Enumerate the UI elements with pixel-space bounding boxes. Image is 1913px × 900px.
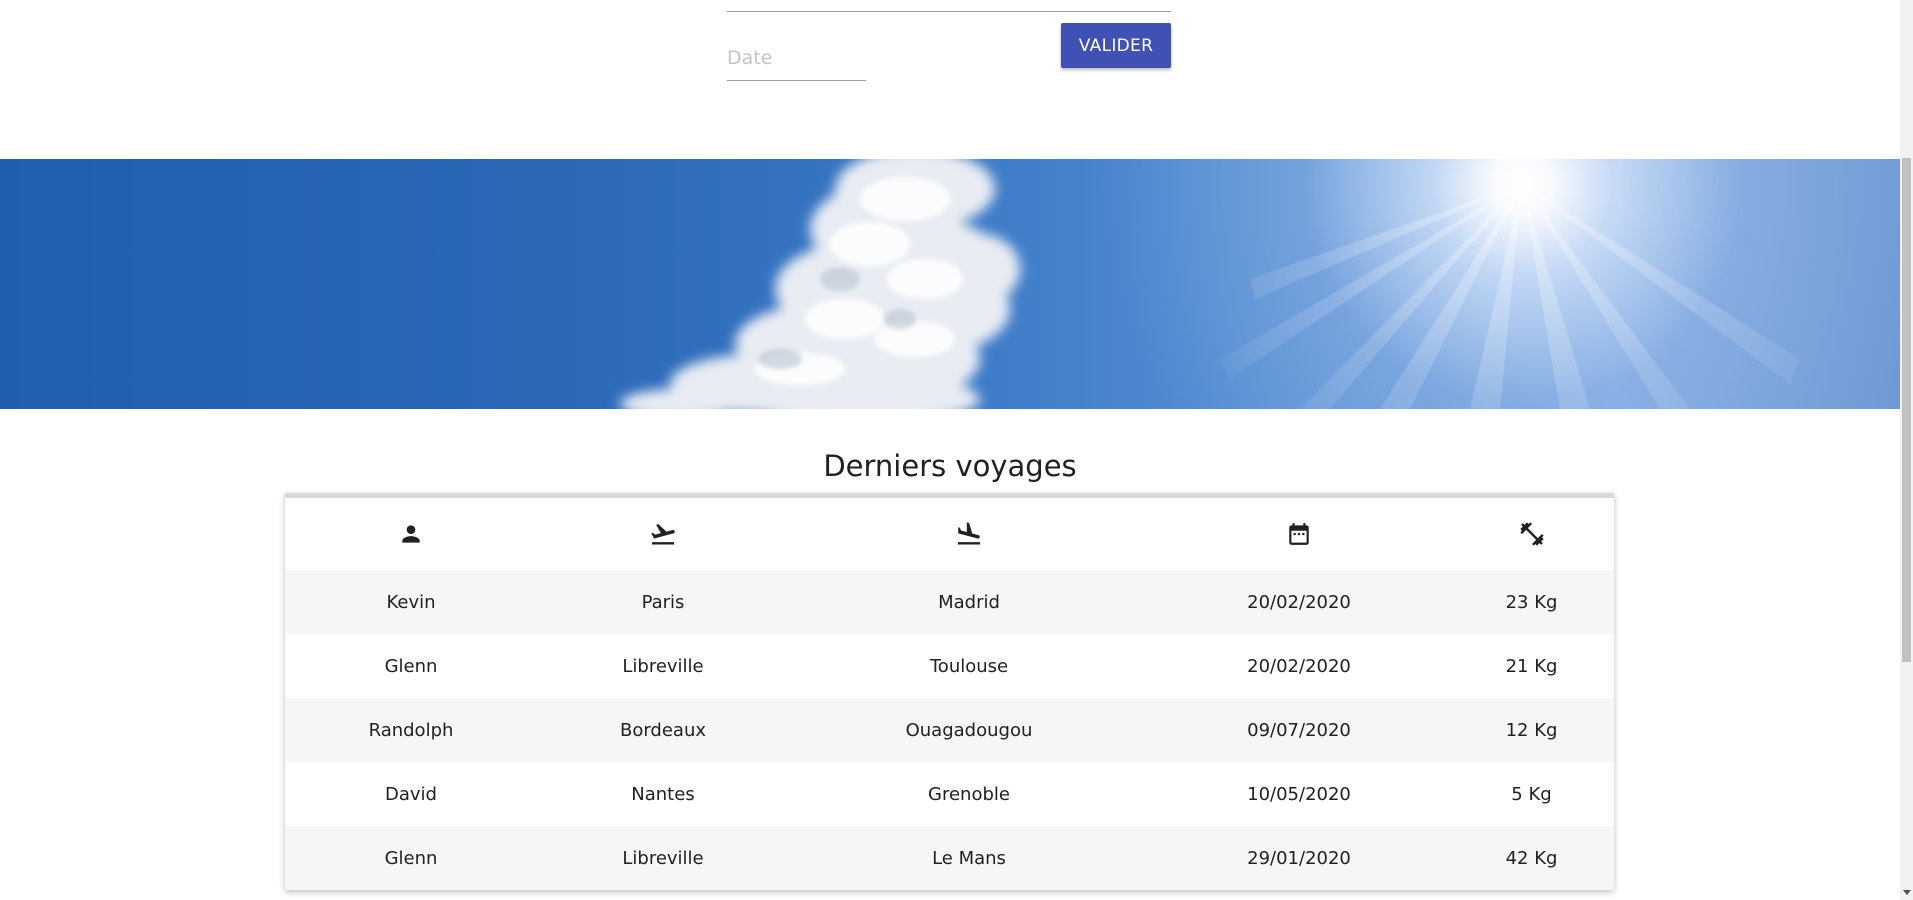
scroll-down-icon[interactable] [1900,886,1913,900]
trip-form: VALIDER [0,0,1900,159]
cell-weight: 23 Kg [1505,591,1558,613]
cell-arrival: Le Mans [932,847,1006,869]
cell-passenger: Glenn [384,655,438,677]
flight-takeoff-icon [651,524,675,545]
cell-date: 09/07/2020 [1247,719,1351,741]
section-title: Derniers voyages [823,449,1077,483]
column-header-arrival [789,498,1149,570]
column-header-date [1149,498,1449,570]
column-header-weight [1449,498,1614,570]
cell-weight: 21 Kg [1505,655,1558,677]
cell-weight: 12 Kg [1505,719,1558,741]
table-row: Randolph Bordeaux Ouagadougou 09/07/2020… [285,698,1614,762]
cell-passenger: David [385,783,437,805]
cell-arrival: Toulouse [929,655,1009,677]
table-row: Glenn Libreville Toulouse 20/02/2020 21 … [285,634,1614,698]
trips-table-card: Kevin Paris Madrid 20/02/2020 23 Kg Glen… [285,493,1614,890]
cell-arrival: Madrid [938,591,1000,613]
cell-arrival: Ouagadougou [905,719,1033,741]
cell-date: 20/02/2020 [1247,591,1351,613]
cell-date: 29/01/2020 [1247,847,1351,869]
cell-departure: Libreville [622,655,704,677]
table-header-row [285,498,1614,570]
cell-departure: Paris [641,591,685,613]
cell-passenger: Glenn [384,847,438,869]
hero-sky-banner [0,159,1900,409]
cell-passenger: Randolph [368,719,454,741]
scrollbar-thumb[interactable] [1902,158,1911,662]
column-header-passenger [285,498,537,570]
cell-passenger: Kevin [386,591,436,613]
flight-land-icon [957,522,981,545]
submit-button[interactable]: VALIDER [1061,23,1171,68]
cell-arrival: Grenoble [928,783,1010,805]
weight-icon [1519,522,1544,546]
table-row: Kevin Paris Madrid 20/02/2020 23 Kg [285,570,1614,634]
previous-field-underline [727,11,1171,12]
sun-rays [1220,184,1800,409]
vertical-scrollbar[interactable] [1900,0,1913,900]
cell-weight: 5 Kg [1511,783,1552,805]
column-header-departure [537,498,789,570]
trips-table: Kevin Paris Madrid 20/02/2020 23 Kg Glen… [285,498,1614,890]
cell-date: 10/05/2020 [1247,783,1351,805]
cell-weight: 42 Kg [1505,847,1558,869]
page: VALIDER [0,0,1913,900]
cell-departure: Bordeaux [619,719,707,741]
cell-date: 20/02/2020 [1247,655,1351,677]
person-icon [402,525,420,543]
date-field[interactable] [727,36,866,81]
cell-departure: Nantes [631,783,695,805]
table-row: David Nantes Grenoble 10/05/2020 5 Kg [285,762,1614,826]
calendar-icon [1289,523,1309,545]
table-row: Glenn Libreville Le Mans 29/01/2020 42 K… [285,826,1614,890]
date-input[interactable] [727,47,866,69]
cell-departure: Libreville [622,847,704,869]
sky-clouds-illustration [620,159,1800,409]
